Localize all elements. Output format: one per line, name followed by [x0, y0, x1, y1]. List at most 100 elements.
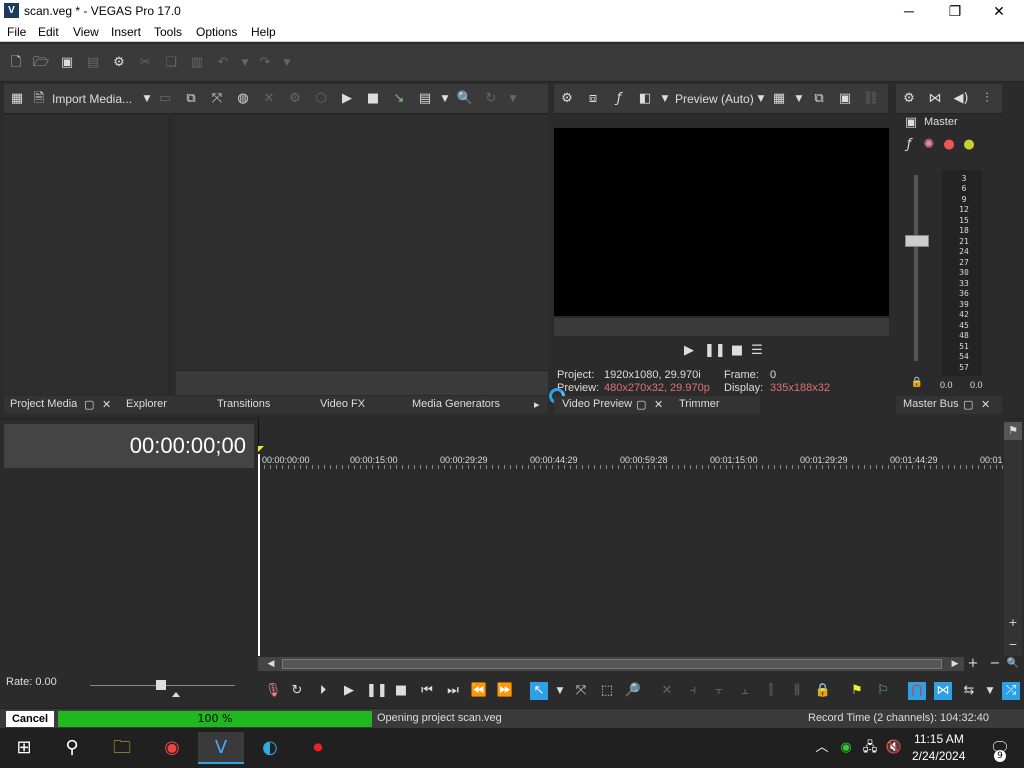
- edge-icon[interactable]: ◐: [250, 732, 290, 764]
- auto-preview-icon[interactable]: ↘: [390, 90, 408, 108]
- master-fader-handle[interactable]: [905, 235, 929, 247]
- video-preview-screen[interactable]: [554, 128, 889, 316]
- media-fx-icon[interactable]: ◍: [234, 90, 252, 108]
- search-icon[interactable]: 🔍: [456, 90, 474, 108]
- solo-icon[interactable]: ●: [960, 136, 978, 154]
- previous-frame-icon[interactable]: ⏪: [470, 682, 488, 700]
- views-icon[interactable]: ▤: [416, 90, 434, 108]
- trim-end-icon[interactable]: ⫠: [736, 682, 754, 700]
- insert-region-icon[interactable]: ⚐: [874, 682, 892, 700]
- preview-menu-icon[interactable]: ☰: [748, 342, 766, 360]
- clock-time[interactable]: 11:15 AM: [914, 732, 964, 746]
- track-header-pane[interactable]: [4, 470, 254, 655]
- master-arm-icon[interactable]: ▣: [902, 114, 920, 132]
- lock-icon[interactable]: 🔒: [908, 374, 926, 392]
- minimize-button[interactable]: ─: [886, 0, 932, 22]
- close-tab-icon[interactable]: ✕: [102, 398, 111, 411]
- speaker-icon[interactable]: ◀): [952, 90, 970, 108]
- search-icon[interactable]: ⚲: [52, 732, 92, 764]
- refresh-icon[interactable]: ↻: [482, 90, 500, 108]
- lock-envelopes-icon[interactable]: ⤮: [1002, 682, 1020, 700]
- recorder-icon[interactable]: ⏺: [298, 732, 338, 764]
- go-to-start-icon[interactable]: ⏮: [418, 682, 436, 700]
- tab-video-preview[interactable]: Video Preview: [562, 398, 632, 410]
- envelope-tool-icon[interactable]: ⤧: [572, 682, 590, 700]
- import-media-button[interactable]: Import Media...: [52, 92, 132, 106]
- zoom-in-icon[interactable]: +: [964, 655, 982, 673]
- fx-icon[interactable]: ƒ: [610, 90, 628, 108]
- transport-stop-icon[interactable]: ■: [392, 682, 410, 700]
- go-to-end-icon[interactable]: ⏭: [444, 682, 462, 700]
- menu-file[interactable]: File: [7, 25, 26, 39]
- open-folder-icon[interactable]: 🗁: [32, 54, 50, 72]
- master-settings-icon[interactable]: ⚙: [900, 90, 918, 108]
- split-dropdown-icon[interactable]: ▼: [656, 90, 674, 108]
- quality-dropdown-icon[interactable]: ▼: [752, 90, 770, 108]
- paste-icon[interactable]: ▥: [188, 54, 206, 72]
- lock-event-icon[interactable]: 🔒: [814, 682, 832, 700]
- snapping-icon[interactable]: ⋂: [908, 682, 926, 700]
- redo-dropdown-icon[interactable]: ▼: [278, 54, 296, 72]
- tab-trimmer[interactable]: Trimmer: [679, 398, 720, 410]
- settings-gear-icon[interactable]: ⚙: [110, 54, 128, 72]
- playhead[interactable]: [258, 454, 260, 656]
- get-media-icon[interactable]: ⧉: [182, 90, 200, 108]
- render-icon[interactable]: ▤: [84, 54, 102, 72]
- remove-media-icon[interactable]: ⤧: [208, 90, 226, 108]
- import-dropdown-icon[interactable]: ▼: [138, 90, 156, 108]
- mute-icon[interactable]: ●: [940, 136, 958, 154]
- transport-pause-icon[interactable]: ❚❚: [366, 682, 388, 700]
- rate-slider-handle[interactable]: [156, 680, 166, 690]
- delete-icon[interactable]: ✕: [260, 90, 278, 108]
- menu-insert[interactable]: Insert: [111, 25, 141, 39]
- save-snapshot-icon[interactable]: ▣: [836, 90, 854, 108]
- link-icon[interactable]: ⛓: [862, 90, 880, 108]
- tab-video-fx[interactable]: Video FX: [320, 398, 365, 410]
- zoom-in-vertical-icon[interactable]: +: [1004, 614, 1022, 632]
- undo-icon[interactable]: ↶: [214, 54, 232, 72]
- clock-date[interactable]: 2/24/2024: [912, 749, 965, 763]
- copy-snapshot-icon[interactable]: ⧉: [810, 90, 828, 108]
- tab-project-media[interactable]: Project Media: [10, 398, 77, 410]
- delete-event-icon[interactable]: ✕: [658, 682, 676, 700]
- maximize-button[interactable]: ❐: [932, 0, 978, 22]
- close-tab-icon[interactable]: ✕: [981, 398, 990, 411]
- insert-marker-icon[interactable]: ⚑: [848, 682, 866, 700]
- ripple-edit-icon[interactable]: ⇆: [960, 682, 978, 700]
- selection-tool-icon[interactable]: ⬚: [598, 682, 616, 700]
- tab-scroll-right-icon[interactable]: ▸: [534, 398, 540, 411]
- record-icon[interactable]: 🎙: [264, 682, 282, 700]
- zoom-out-icon[interactable]: −: [986, 655, 1004, 673]
- import-media-icon[interactable]: 🗎: [30, 90, 48, 108]
- timecode-display[interactable]: 00:00:00;00: [4, 424, 254, 468]
- preview-play-icon[interactable]: ▶: [680, 342, 698, 360]
- volume-muted-icon[interactable]: 🔇: [884, 732, 904, 764]
- scroll-right-icon[interactable]: ▶: [946, 655, 964, 673]
- preview-pause-icon[interactable]: ❚❚: [704, 342, 726, 360]
- master-fx-chain-icon[interactable]: ✺: [920, 136, 938, 154]
- ripple-dropdown-icon[interactable]: ▼: [981, 682, 999, 700]
- normal-edit-tool-icon[interactable]: ↖: [530, 682, 548, 700]
- cancel-button[interactable]: Cancel: [6, 711, 54, 727]
- scroll-left-icon[interactable]: ◀: [262, 655, 280, 673]
- media-view-icon[interactable]: ▦: [8, 90, 26, 108]
- grid-overlay-icon[interactable]: ▦: [770, 90, 788, 108]
- undo-dropdown-icon[interactable]: ▼: [236, 54, 254, 72]
- copy-icon[interactable]: ❏: [162, 54, 180, 72]
- views-dropdown-icon[interactable]: ▼: [436, 90, 454, 108]
- trim-start-icon[interactable]: ⫟: [710, 682, 728, 700]
- preview-stop-icon[interactable]: ■: [728, 342, 746, 360]
- preview-scrubber[interactable]: [554, 318, 889, 336]
- properties-icon[interactable]: ⚙: [286, 90, 304, 108]
- preview-settings-icon[interactable]: ⚙: [558, 90, 576, 108]
- menu-view[interactable]: View: [73, 25, 99, 39]
- undock-icon[interactable]: ▢: [963, 398, 973, 411]
- undock-icon[interactable]: ▢: [84, 398, 94, 411]
- trim-icon[interactable]: ⫞: [684, 682, 702, 700]
- preview-quality-dropdown[interactable]: Preview (Auto): [675, 92, 754, 106]
- start-windows-icon[interactable]: ⊞: [4, 732, 44, 764]
- downmix-icon[interactable]: ⋈: [926, 90, 944, 108]
- track-content-pane[interactable]: [258, 418, 1004, 656]
- new-project-icon[interactable]: 🗋: [7, 54, 25, 72]
- external-monitor-icon[interactable]: ⧈: [584, 90, 602, 108]
